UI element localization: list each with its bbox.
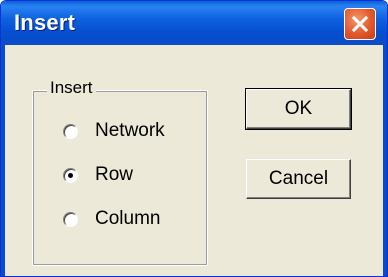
ok-button[interactable]: OK	[245, 88, 352, 130]
radio-row[interactable]: Row	[63, 162, 133, 188]
cancel-button[interactable]: Cancel	[246, 159, 351, 199]
close-icon	[351, 15, 369, 33]
radio-network-button[interactable]	[63, 123, 78, 139]
radio-dot	[68, 172, 73, 178]
close-button[interactable]	[344, 8, 376, 40]
groupbox-label: Insert	[47, 78, 96, 98]
radio-column[interactable]: Column	[63, 206, 160, 232]
dialog-title: Insert	[14, 10, 76, 35]
dialog-body: Insert Network Row Column OK Cancel	[5, 45, 383, 276]
title-bar[interactable]: Insert	[1, 1, 387, 45]
radio-network[interactable]: Network	[63, 118, 165, 144]
window-frame-right	[383, 45, 387, 276]
radio-row-button[interactable]	[63, 167, 78, 183]
radio-column-label[interactable]: Column	[95, 208, 160, 230]
radio-column-button[interactable]	[63, 211, 78, 227]
radio-network-label[interactable]: Network	[95, 120, 165, 142]
insert-dialog: Insert Insert Network Row Column OK Canc…	[0, 0, 388, 277]
radio-row-label[interactable]: Row	[95, 164, 133, 186]
